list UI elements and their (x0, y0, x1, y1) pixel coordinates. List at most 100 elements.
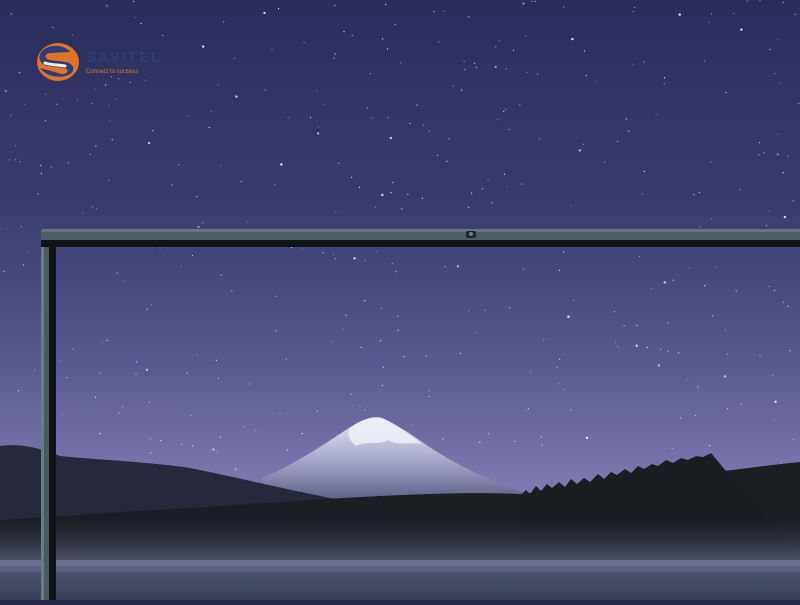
star (394, 23, 396, 26)
star (94, 88, 96, 90)
star (275, 330, 277, 332)
star (428, 130, 431, 132)
star (397, 315, 399, 317)
star (470, 192, 473, 194)
star (145, 368, 149, 371)
star (663, 281, 666, 284)
star (382, 38, 384, 40)
star (779, 82, 781, 85)
star (514, 440, 516, 442)
star (33, 369, 36, 371)
star (350, 393, 352, 395)
star (71, 34, 74, 36)
star (671, 447, 673, 449)
star (641, 193, 643, 195)
star (263, 11, 266, 15)
star (338, 162, 340, 164)
star (442, 438, 444, 440)
star (277, 8, 280, 10)
star (768, 285, 770, 287)
star (333, 57, 335, 59)
star (632, 10, 634, 13)
star (425, 355, 427, 357)
star (171, 184, 173, 186)
star (111, 139, 113, 141)
star (448, 138, 450, 140)
star (151, 304, 153, 306)
star (491, 202, 493, 204)
star (382, 366, 384, 368)
star (582, 143, 585, 145)
star (711, 13, 713, 15)
star (217, 84, 219, 86)
star (768, 210, 770, 212)
star (280, 163, 283, 166)
star (366, 107, 368, 109)
star (286, 449, 289, 451)
star (725, 329, 727, 331)
star (58, 360, 61, 363)
star (364, 259, 366, 261)
star (772, 374, 774, 376)
star (334, 53, 336, 55)
star (781, 461, 783, 463)
star (234, 468, 237, 471)
star (380, 307, 382, 309)
star (693, 194, 695, 196)
star (570, 409, 572, 411)
star (787, 305, 789, 307)
star (697, 386, 699, 388)
star (487, 180, 489, 182)
star (233, 57, 235, 59)
star (15, 159, 17, 161)
mist (0, 520, 800, 570)
star (657, 364, 661, 367)
brand-logo: SAVITEL Connect to success (36, 42, 162, 82)
star (243, 426, 245, 428)
star (410, 424, 412, 426)
brand-mark-icon (37, 43, 79, 81)
star (663, 77, 666, 79)
star (740, 403, 743, 405)
star (446, 160, 448, 162)
laptop-bezel-top (41, 229, 800, 247)
star (17, 390, 20, 392)
star (99, 372, 101, 374)
star (488, 433, 490, 435)
star (522, 2, 525, 5)
star (505, 68, 507, 70)
star (271, 48, 273, 50)
star (444, 266, 446, 268)
star (505, 108, 507, 110)
star (573, 299, 575, 301)
star (403, 355, 405, 358)
star (740, 28, 743, 31)
star (353, 257, 356, 260)
star (40, 172, 43, 174)
star (525, 35, 527, 37)
star (774, 72, 776, 75)
star (694, 414, 696, 417)
star (24, 104, 26, 106)
star (746, 0, 748, 2)
star (421, 197, 424, 199)
star (371, 117, 373, 119)
star (94, 396, 97, 398)
star (437, 154, 439, 156)
star (121, 406, 124, 408)
star (783, 215, 787, 219)
star (287, 117, 289, 119)
star (567, 315, 570, 318)
star (407, 193, 409, 195)
star (782, 1, 784, 3)
star (106, 339, 108, 341)
star (202, 45, 205, 48)
star (274, 184, 276, 186)
star (655, 113, 657, 115)
star (26, 252, 28, 254)
star (96, 208, 98, 210)
star (18, 72, 21, 74)
star (116, 272, 118, 274)
star (667, 322, 669, 324)
star (374, 206, 376, 208)
